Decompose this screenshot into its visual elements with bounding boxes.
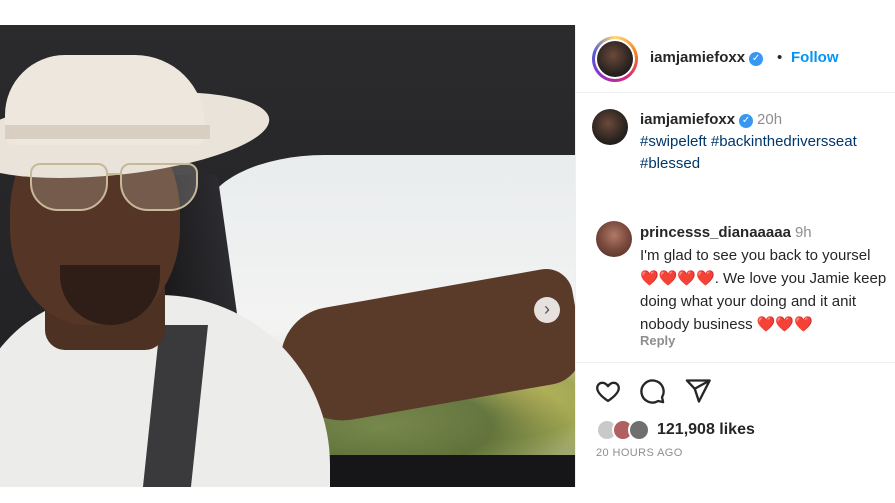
comment-line-4: nobody business ❤️❤️❤️: [640, 316, 813, 333]
post-sidebar: iamjamiefoxx ✓ • Follow iamjamiefoxx ✓ 20h …: [575, 25, 895, 487]
liker-avatars[interactable]: [596, 419, 654, 443]
profile-avatar[interactable]: [592, 36, 638, 82]
paper-plane-icon[interactable]: [684, 377, 712, 405]
lens-right: [120, 163, 198, 211]
comment-time: 9h: [794, 224, 812, 241]
caption-hashtags[interactable]: #swipeleft #backinthedriversseat #blesse…: [640, 133, 857, 172]
caption-time: 20h: [757, 111, 783, 128]
heart-icon[interactable]: [594, 377, 622, 405]
header-username[interactable]: iamjamiefoxx: [650, 49, 745, 66]
post-actions: 121,908 likes 20 HOURS AGO: [576, 362, 895, 487]
comment-line-2: ❤️❤️❤️❤️. We love you Jamie keep: [640, 270, 887, 287]
verified-badge-icon: ✓: [739, 114, 754, 128]
post-header: iamjamiefoxx ✓ • Follow: [576, 25, 895, 93]
instagram-post: › iamjamiefoxx ✓ • Follow iamjamiefoxx ✓ 20…: [0, 25, 895, 487]
liker-avatar: [628, 419, 650, 441]
lens-left: [30, 163, 108, 211]
likes-count[interactable]: 121,908 likes: [657, 421, 755, 439]
caption-username[interactable]: iamjamiefoxx: [640, 111, 735, 128]
commenter-username[interactable]: princesss_dianaaaaa: [640, 224, 791, 241]
verified-badge-icon: ✓: [749, 52, 764, 66]
chevron-right-icon[interactable]: ›: [534, 297, 560, 323]
follow-button[interactable]: Follow: [791, 49, 839, 66]
post-timestamp: 20 HOURS AGO: [596, 447, 683, 459]
comment-line-1: I'm glad to see you back to yoursel: [640, 247, 871, 264]
reply-button[interactable]: Reply: [640, 333, 675, 348]
post-photo[interactable]: ›: [0, 25, 575, 487]
hat-band: [5, 125, 210, 139]
sunglasses: [20, 163, 205, 213]
separator-dot: •: [777, 49, 783, 66]
commenter-avatar[interactable]: [596, 221, 632, 257]
comment-line-3: doing what your doing and it anit: [640, 293, 856, 310]
caption-avatar[interactable]: [592, 109, 628, 145]
avatar-image: [597, 41, 633, 77]
comment-bubble-icon[interactable]: [638, 377, 666, 405]
